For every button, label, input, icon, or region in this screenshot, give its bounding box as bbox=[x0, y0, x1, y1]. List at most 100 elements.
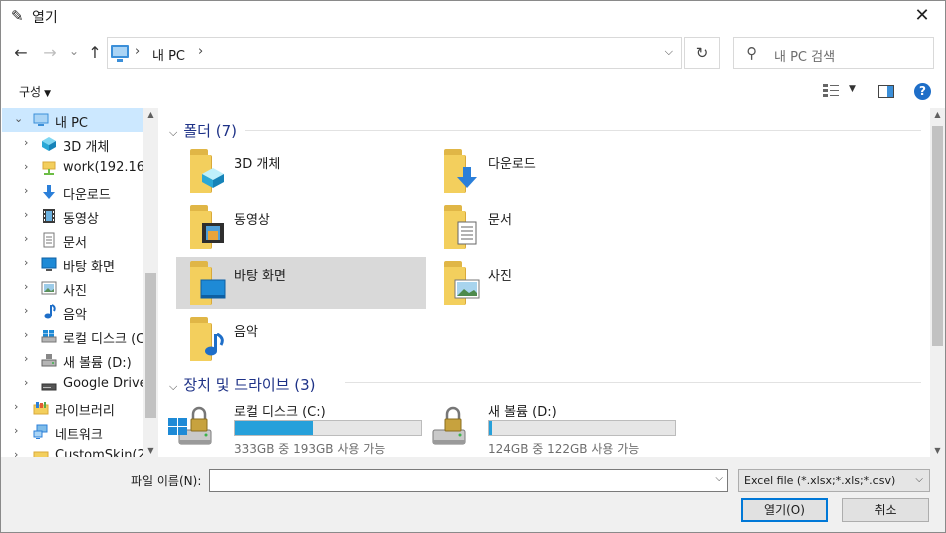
google-drive-icon bbox=[41, 376, 57, 392]
breadcrumb-chevron-icon[interactable]: › bbox=[135, 44, 140, 59]
chevron-right-icon[interactable]: › bbox=[24, 376, 28, 389]
nav-item[interactable]: › 새 볼륨 (D:) bbox=[2, 348, 144, 372]
quill-icon: ✎ bbox=[11, 7, 24, 25]
nav-item[interactable]: › Google Drive bbox=[2, 372, 144, 396]
chevron-down-icon: ▼ bbox=[44, 89, 52, 99]
open-button[interactable]: 열기(O) bbox=[741, 498, 828, 522]
folder-tile[interactable]: 동영상 bbox=[176, 201, 426, 253]
address-bar[interactable]: › 내 PC › ⌵ bbox=[107, 37, 682, 69]
navigation-scrollbar[interactable]: ▲ ▼ bbox=[143, 108, 158, 457]
drive-label: 새 볼륨 (D:) bbox=[488, 405, 557, 420]
drive-tile[interactable]: 새 볼륨 (D:) 124GB 중 122GB 사용 가능 bbox=[413, 400, 676, 457]
pc-icon bbox=[111, 45, 129, 62]
nav-item[interactable]: › 다운로드 bbox=[2, 180, 144, 204]
chevron-right-icon[interactable]: › bbox=[24, 232, 28, 245]
drive-tile[interactable]: 로컬 디스크 (C:) 333GB 중 193GB 사용 가능 bbox=[159, 400, 422, 457]
folder-tile[interactable]: 사진 bbox=[430, 257, 680, 309]
breadcrumb-chevron-icon[interactable]: › bbox=[198, 44, 203, 59]
folder-label: 동영상 bbox=[234, 213, 270, 228]
chevron-right-icon[interactable]: › bbox=[24, 208, 28, 221]
scroll-thumb[interactable] bbox=[932, 126, 943, 346]
scroll-down-icon[interactable]: ▼ bbox=[143, 446, 158, 455]
pc-icon bbox=[33, 112, 49, 128]
filetype-select[interactable]: Excel file (*.xlsx;*.xls;*.csv) ⌵ bbox=[738, 469, 930, 492]
nav-item-label: 동영상 bbox=[63, 212, 99, 227]
folder-label: 음악 bbox=[234, 325, 258, 340]
chevron-right-icon[interactable]: › bbox=[24, 184, 28, 197]
change-view-button[interactable]: ▼ bbox=[823, 83, 863, 101]
nav-item[interactable]: › CustomSkin(2) bbox=[2, 444, 144, 457]
search-input[interactable]: ⚲ 내 PC 검색 bbox=[733, 37, 934, 69]
recent-locations-button[interactable]: ⌄ bbox=[63, 40, 85, 62]
desktop-icon bbox=[41, 256, 57, 272]
chevron-right-icon[interactable]: › bbox=[24, 328, 28, 341]
organize-button[interactable]: 구성 ▼ bbox=[19, 83, 51, 100]
nav-item-label: 3D 개체 bbox=[63, 140, 110, 155]
refresh-button[interactable]: ↻ bbox=[684, 37, 720, 69]
nav-item-label: CustomSkin(2) bbox=[55, 448, 144, 457]
nav-item[interactable]: › 네트워크 bbox=[2, 420, 144, 444]
nav-item[interactable]: › 사진 bbox=[2, 276, 144, 300]
back-button[interactable]: ← bbox=[10, 42, 32, 64]
folder-tile[interactable]: 다운로드 bbox=[430, 145, 680, 197]
folders-group-header[interactable]: ⌵ 폴더 (7) bbox=[169, 120, 237, 141]
chevron-down-icon[interactable]: ⌵ bbox=[715, 473, 723, 484]
file-list-scrollbar[interactable]: ▲ ▼ bbox=[930, 108, 945, 457]
nav-item[interactable]: › 동영상 bbox=[2, 204, 144, 228]
title-bar: ✎ 열기 ✕ bbox=[1, 1, 945, 32]
preview-pane-button[interactable] bbox=[878, 85, 894, 98]
network-icon bbox=[33, 424, 49, 440]
search-placeholder: 내 PC 검색 bbox=[774, 50, 836, 65]
scroll-up-icon[interactable]: ▲ bbox=[143, 110, 158, 119]
close-button[interactable]: ✕ bbox=[899, 1, 945, 32]
nav-item-label: work(192.168.0.1) bbox=[63, 160, 144, 175]
folder-icon bbox=[186, 317, 226, 361]
chevron-right-icon[interactable]: › bbox=[14, 448, 18, 457]
breadcrumb-location[interactable]: 내 PC bbox=[152, 45, 185, 64]
cancel-button[interactable]: 취소 bbox=[842, 498, 929, 522]
group-divider bbox=[245, 130, 921, 131]
up-button[interactable]: ↑ bbox=[84, 42, 106, 64]
nav-item[interactable]: › 로컬 디스크 (C:) bbox=[2, 324, 144, 348]
folder-tile[interactable]: 3D 개체 bbox=[176, 145, 426, 197]
chevron-right-icon[interactable]: › bbox=[14, 400, 18, 413]
nav-item[interactable]: › 라이브러리 bbox=[2, 396, 144, 420]
chevron-right-icon[interactable]: › bbox=[24, 160, 28, 173]
chevron-right-icon[interactable]: › bbox=[14, 424, 18, 437]
folder-tile[interactable]: 문서 bbox=[430, 201, 680, 253]
address-dropdown-icon[interactable]: ⌵ bbox=[665, 45, 673, 59]
scroll-up-icon[interactable]: ▲ bbox=[930, 110, 945, 119]
folder-icon bbox=[186, 205, 226, 249]
nav-item-label: 사진 bbox=[63, 284, 87, 299]
chevron-right-icon[interactable]: › bbox=[24, 256, 28, 269]
chevron-right-icon[interactable]: › bbox=[24, 304, 28, 317]
scroll-thumb[interactable] bbox=[145, 273, 156, 418]
chevron-right-icon[interactable]: › bbox=[24, 352, 28, 365]
chevron-down-icon: ▼ bbox=[849, 84, 856, 94]
chevron-right-icon[interactable]: › bbox=[24, 136, 28, 149]
help-button[interactable]: ? bbox=[914, 83, 931, 100]
navigation-pane[interactable]: ⌄ 내 PC › 3D 개체 › work(192.168.0.1) › 다운로드 › 동영상 › 문… bbox=[2, 108, 144, 457]
nav-item[interactable]: › 바탕 화면 bbox=[2, 252, 144, 276]
folder-tile[interactable]: 바탕 화면 bbox=[176, 257, 426, 309]
forward-button[interactable]: → bbox=[39, 42, 61, 64]
nav-item[interactable]: ⌄ 내 PC bbox=[2, 108, 144, 132]
folder-label: 3D 개체 bbox=[234, 157, 281, 172]
chevron-down-icon[interactable]: ⌄ bbox=[14, 112, 23, 125]
drive-usage-fill bbox=[489, 421, 492, 435]
nav-item[interactable]: › 3D 개체 bbox=[2, 132, 144, 156]
drive-icon bbox=[41, 352, 57, 368]
scroll-down-icon[interactable]: ▼ bbox=[930, 446, 945, 455]
filetype-value: Excel file (*.xlsx;*.xls;*.csv) bbox=[744, 474, 896, 487]
folder-tile[interactable]: 음악 bbox=[176, 313, 426, 365]
video-icon bbox=[41, 208, 57, 224]
nav-item[interactable]: › work(192.168.0.1) bbox=[2, 156, 144, 180]
collapse-chevron-icon[interactable]: ⌵ bbox=[169, 380, 177, 393]
file-list[interactable]: ⌵ 폴더 (7) ⌵ 장치 및 드라이브 (3) 3D 개체 다운로드동영상 문서 바탕 … bbox=[159, 108, 929, 457]
filename-input[interactable]: ⌵ bbox=[209, 469, 728, 492]
chevron-right-icon[interactable]: › bbox=[24, 280, 28, 293]
collapse-chevron-icon[interactable]: ⌵ bbox=[169, 126, 177, 139]
nav-item[interactable]: › 음악 bbox=[2, 300, 144, 324]
nav-item[interactable]: › 문서 bbox=[2, 228, 144, 252]
drives-group-header[interactable]: ⌵ 장치 및 드라이브 (3) bbox=[169, 374, 316, 395]
